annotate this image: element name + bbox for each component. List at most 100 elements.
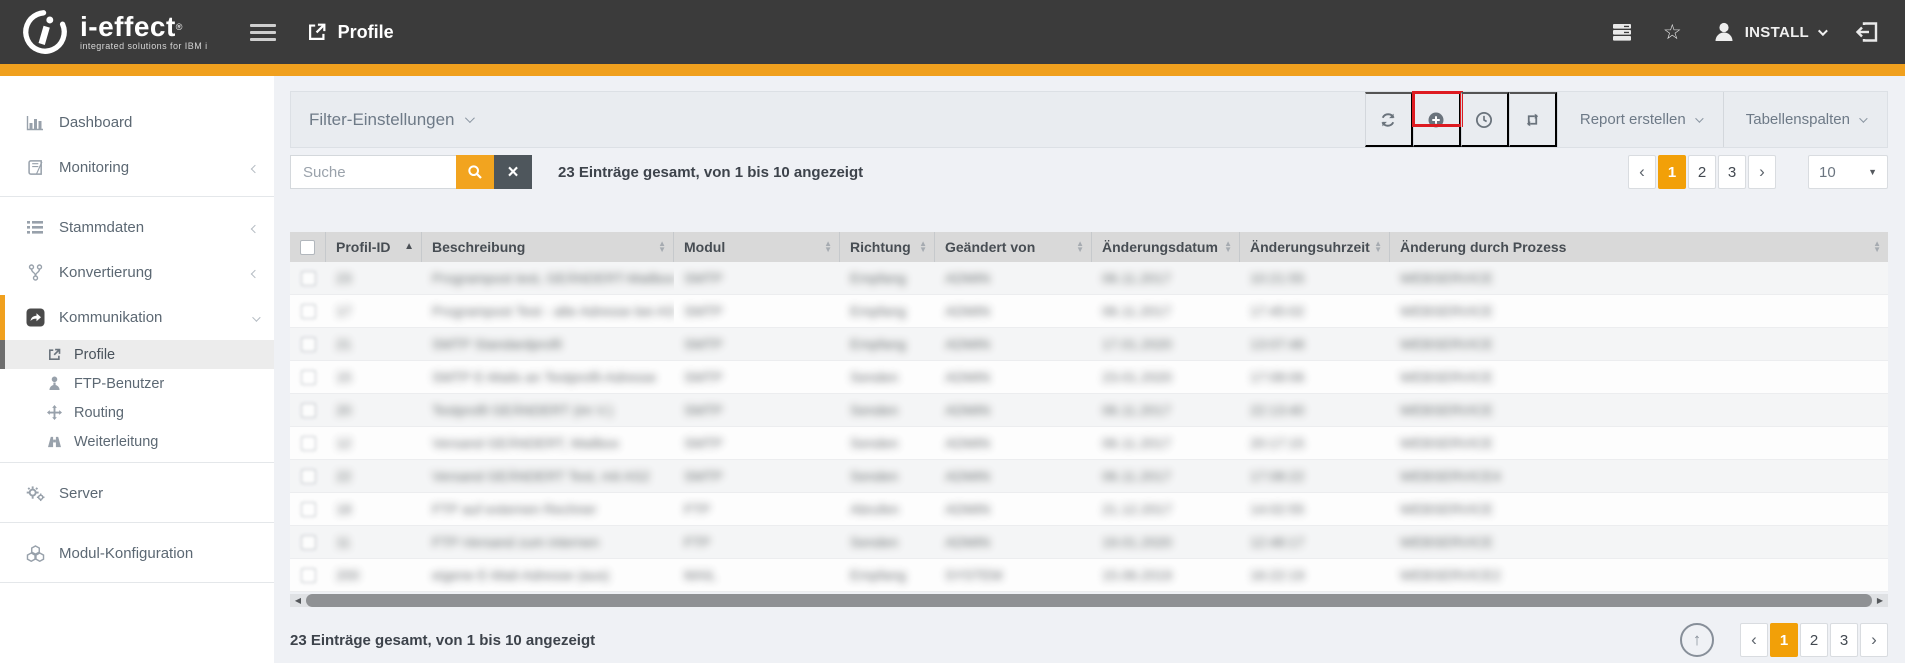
page-button-3[interactable]: 3 (1718, 155, 1746, 189)
table-row[interactable]: 20Testprofil GEÄNDERT (im V.)SMTPSendenA… (290, 394, 1888, 427)
search-button[interactable] (456, 155, 494, 189)
row-checkbox-cell[interactable] (290, 559, 326, 591)
table-cell: 06.11.2017 (1092, 394, 1240, 426)
table-cell: Senden (840, 526, 935, 558)
prev-page-button[interactable]: ‹ (1740, 623, 1768, 657)
table-row[interactable]: 23Programpost test, GEÄNDERT-MailboxSMTP… (290, 262, 1888, 295)
sidebar-item-dashboard[interactable]: Dashboard (0, 100, 274, 145)
column-header-modul[interactable]: Modul ▲▼ (674, 232, 840, 262)
page-size-select[interactable]: 10 ▼ (1808, 155, 1888, 189)
table-cell: 12:48:17 (1240, 526, 1390, 558)
transfer-icon (1523, 111, 1542, 129)
sidebar-item-monitoring[interactable]: Monitoring (0, 145, 274, 190)
brand-logo[interactable]: i-effect® integrated solutions for IBM i (20, 7, 208, 57)
report-erstellen-label: Report erstellen (1580, 111, 1686, 128)
page-button-3[interactable]: 3 (1830, 623, 1858, 657)
prev-page-button[interactable]: ‹ (1628, 155, 1656, 189)
row-checkbox[interactable] (301, 568, 316, 583)
table-cell: Empfang (840, 295, 935, 327)
row-checkbox[interactable] (301, 370, 316, 385)
page-button-2[interactable]: 2 (1688, 155, 1716, 189)
select-all-checkbox[interactable] (300, 240, 315, 255)
table-row[interactable]: 15SMTP E-Mails an Testprofil-AdresseSMTP… (290, 361, 1888, 394)
row-checkbox-cell[interactable] (290, 460, 326, 492)
logout-button[interactable] (1855, 21, 1879, 43)
row-checkbox-cell[interactable] (290, 328, 326, 360)
table-row[interactable]: 21SMTP StandardprofilSMTPEmpfangADMIN17.… (290, 328, 1888, 361)
tabellenspalten-dropdown[interactable]: Tabellenspalten (1723, 92, 1887, 147)
row-checkbox[interactable] (301, 337, 316, 352)
column-header-aenderungsdatum[interactable]: Änderungsdatum ▲▼ (1092, 232, 1240, 262)
sidebar-item-stammdaten[interactable]: Stammdaten (0, 205, 274, 250)
next-page-button[interactable]: › (1748, 155, 1776, 189)
scrollbar-thumb[interactable] (306, 594, 1872, 607)
column-header-richtung[interactable]: Richtung ▲▼ (840, 232, 935, 262)
page-button-1[interactable]: 1 (1770, 623, 1798, 657)
favorites-button[interactable]: ☆ (1663, 22, 1682, 43)
server-status-button[interactable] (1611, 22, 1633, 42)
history-button[interactable] (1461, 92, 1509, 147)
row-checkbox[interactable] (301, 304, 316, 319)
scroll-right-icon[interactable]: ▶ (1872, 596, 1888, 605)
sidebar-item-modul-konfiguration[interactable]: Modul-Konfiguration (0, 531, 274, 576)
column-header-beschreibung[interactable]: Beschreibung ▲▼ (422, 232, 674, 262)
table-cell: ADMIN (935, 526, 1092, 558)
filter-settings-dropdown[interactable]: Filter-Einstellungen (291, 92, 472, 147)
row-checkbox-cell[interactable] (290, 493, 326, 525)
table-cell: SMTP (674, 394, 840, 426)
horizontal-scrollbar[interactable]: ◀ ▶ (290, 594, 1888, 607)
column-header-aenderung-durch-prozess[interactable]: Änderung durch Prozess ▲▼ (1390, 232, 1888, 262)
row-checkbox-cell[interactable] (290, 262, 326, 294)
row-checkbox-cell[interactable] (290, 526, 326, 558)
report-erstellen-dropdown[interactable]: Report erstellen (1557, 92, 1723, 147)
next-page-button[interactable]: › (1860, 623, 1888, 657)
sidebar-item-server[interactable]: Server (0, 471, 274, 516)
scroll-left-icon[interactable]: ◀ (290, 596, 306, 605)
table-row[interactable]: 11FTP-Versand zum internenFTPSendenADMIN… (290, 526, 1888, 559)
table-cell: 06.11.2017 (1092, 262, 1240, 294)
row-checkbox-cell[interactable] (290, 427, 326, 459)
row-checkbox[interactable] (301, 436, 316, 451)
table-cell: MAIL (674, 559, 840, 591)
table-row[interactable]: 12Versand GEÄNDERT, MailboxSMTPSendenADM… (290, 427, 1888, 460)
move-arrows-icon (45, 405, 63, 420)
column-header-geaendert-von[interactable]: Geändert von ▲▼ (935, 232, 1092, 262)
table-cell: ADMIN (935, 328, 1092, 360)
row-checkbox[interactable] (301, 469, 316, 484)
row-checkbox[interactable] (301, 535, 316, 550)
sidebar-subitem-routing[interactable]: Routing (0, 398, 274, 427)
sidebar-divider (0, 522, 274, 523)
page-button-1[interactable]: 1 (1658, 155, 1686, 189)
page-button-2[interactable]: 2 (1800, 623, 1828, 657)
add-button[interactable] (1413, 92, 1461, 147)
row-checkbox-cell[interactable] (290, 295, 326, 327)
row-checkbox[interactable] (301, 403, 316, 418)
transfer-button[interactable] (1509, 92, 1557, 147)
column-header-profil-id[interactable]: Profil-ID ▲ (326, 232, 422, 262)
user-menu[interactable]: INSTALL (1712, 20, 1825, 44)
row-checkbox-cell[interactable] (290, 394, 326, 426)
sidebar-item-konvertierung[interactable]: Konvertierung (0, 250, 274, 295)
row-checkbox-cell[interactable] (290, 361, 326, 393)
row-checkbox[interactable] (301, 502, 316, 517)
column-header-aenderungsuhrzeit[interactable]: Änderungsuhrzeit ▲▼ (1240, 232, 1390, 262)
table-cell: Empfang (840, 328, 935, 360)
scroll-to-top-button[interactable]: ↑ (1680, 623, 1714, 657)
select-all-checkbox-cell[interactable] (290, 232, 326, 262)
refresh-button[interactable] (1365, 92, 1413, 147)
sidebar-subitem-ftp-benutzer[interactable]: FTP-Benutzer (0, 369, 274, 398)
page-size-value: 10 (1819, 164, 1836, 181)
clear-search-button[interactable]: × (494, 155, 532, 189)
sidebar-subitem-profile[interactable]: Profile (0, 340, 274, 369)
table-row[interactable]: 17Programpost Test - alte Adresse bei AS… (290, 295, 1888, 328)
table-row[interactable]: 18FTP auf externen RechnerFTPAbrufenADMI… (290, 493, 1888, 526)
table-row[interactable]: 22Versand GEÄNDERT Test, mit AS2SMTPSend… (290, 460, 1888, 493)
search-input[interactable] (290, 155, 456, 189)
row-checkbox[interactable] (301, 271, 316, 286)
accent-bar (0, 64, 1905, 76)
menu-toggle-button[interactable] (250, 24, 276, 41)
table-row[interactable]: 200eigene E-Mail-Adresse (aus)MAILEmpfan… (290, 559, 1888, 592)
page-title: Profile (338, 22, 394, 43)
sidebar-subitem-weiterleitung[interactable]: Weiterleitung (0, 427, 274, 456)
sidebar-item-kommunikation[interactable]: Kommunikation (0, 295, 274, 340)
